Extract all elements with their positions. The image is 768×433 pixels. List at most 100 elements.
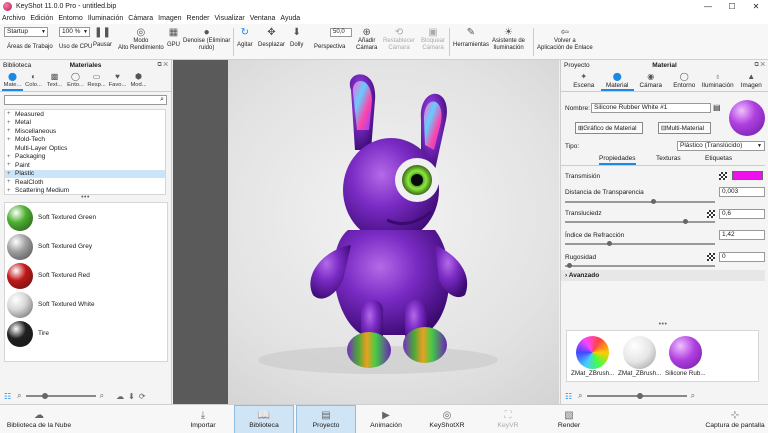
slider-knob[interactable]: [567, 263, 572, 268]
tab-properties[interactable]: Propiedades: [599, 155, 636, 165]
splitter-handle[interactable]: •••: [0, 194, 171, 202]
expand-icon[interactable]: +: [7, 171, 11, 177]
tab-environment[interactable]: ◯ Entorno: [668, 70, 702, 91]
library-material-item[interactable]: Soft Textured Grey: [5, 232, 167, 261]
texture-map-icon[interactable]: [707, 253, 715, 261]
library-material-item[interactable]: Soft Textured Green: [5, 203, 167, 232]
panel-controls-icon[interactable]: ⧉ ✕: [754, 62, 765, 69]
zoom-out-icon[interactable]: ⌕: [578, 391, 582, 401]
tab-models[interactable]: ⬢ Mod...: [128, 70, 149, 91]
library-material-item[interactable]: Soft Textured Red: [5, 261, 167, 290]
keyshotxr-button[interactable]: ◎ KeyShotXR: [420, 405, 474, 433]
material-graph-button[interactable]: ⊞ Gráfico de Material: [575, 122, 643, 134]
tab-labels[interactable]: Etiquetas: [705, 155, 732, 165]
transparency-distance-input[interactable]: 0,003: [719, 187, 765, 197]
tree-item[interactable]: + Mold-Tech: [5, 136, 165, 145]
tools-button[interactable]: ✎ Herramientas: [453, 26, 489, 49]
expand-icon[interactable]: +: [7, 154, 11, 160]
tab-material[interactable]: ⬤ Material: [600, 70, 634, 91]
project-toggle-button[interactable]: ▤ Proyecto: [296, 405, 356, 433]
link-back-button[interactable]: ⇦ Volver a Aplicación de Enlace: [537, 26, 593, 52]
material-type-select[interactable]: Plástico (Translúcido) ▼: [677, 141, 765, 151]
thumbnail-size-slider[interactable]: [586, 393, 687, 399]
tab-textures[interactable]: ▩ Text...: [44, 70, 65, 91]
translucency-input[interactable]: 0,6: [719, 209, 765, 219]
import-button[interactable]: ⤓ Importar: [176, 405, 230, 433]
project-material-item[interactable]: ZMat_ZBrush...: [618, 336, 661, 377]
pause-button[interactable]: ❚❚ Pausar: [93, 26, 112, 49]
tree-item[interactable]: + Paint: [5, 161, 165, 170]
tree-item[interactable]: + Packaging: [5, 153, 165, 162]
tree-item[interactable]: Multi-Layer Optics: [5, 144, 165, 153]
roughness-slider[interactable]: [565, 263, 715, 268]
material-name-input[interactable]: Silicone Rubber White #1: [591, 103, 711, 113]
slider-knob[interactable]: [41, 393, 48, 399]
slider-knob[interactable]: [651, 199, 656, 204]
texture-map-icon[interactable]: [719, 172, 727, 180]
expand-icon[interactable]: +: [7, 179, 11, 185]
library-material-item[interactable]: Tire: [5, 319, 167, 348]
splitter-handle[interactable]: •••: [561, 321, 765, 329]
project-material-item[interactable]: Silicone Rub...: [665, 336, 706, 377]
tab-lighting[interactable]: ♁ Iluminación: [701, 70, 735, 91]
menu-iluminacion[interactable]: Iluminación: [88, 15, 123, 22]
tab-backplates[interactable]: ▭ Resp...: [86, 70, 107, 91]
tab-materials[interactable]: ⬤ Mate...: [2, 70, 23, 91]
screenshot-button[interactable]: ⊹ Captura de pantalla: [704, 405, 766, 433]
thumbnail-size-slider[interactable]: [25, 393, 96, 399]
expand-icon[interactable]: +: [7, 162, 11, 168]
keyvr-button[interactable]: ⛶ KeyVR: [480, 405, 536, 433]
save-icon[interactable]: ▤: [713, 103, 721, 112]
expand-icon[interactable]: +: [7, 137, 11, 143]
maximize-button[interactable]: ☐: [720, 0, 744, 13]
render-viewport[interactable]: [173, 60, 559, 404]
menu-edicion[interactable]: Edición: [30, 15, 53, 22]
close-button[interactable]: ✕: [744, 0, 768, 13]
transparency-distance-slider[interactable]: [565, 199, 715, 204]
zoom-in-icon[interactable]: ⌕: [100, 391, 104, 401]
library-search-input[interactable]: ⌕: [4, 95, 167, 105]
expand-icon[interactable]: +: [7, 120, 11, 126]
minimize-button[interactable]: —: [696, 0, 720, 13]
cloud-upload-icon[interactable]: ☁: [116, 392, 124, 401]
add-camera-button[interactable]: ⊕ Añadir Cámara: [356, 26, 377, 52]
transmission-color-swatch[interactable]: [732, 171, 763, 180]
zoom-out-icon[interactable]: ⌕: [17, 391, 21, 401]
slider-knob[interactable]: [683, 219, 688, 224]
refresh-icon[interactable]: ⟳: [139, 392, 146, 401]
tumble-button[interactable]: ↻ Agitar: [237, 26, 253, 49]
performance-mode-button[interactable]: ◎ Modo Alto Rendimiento: [118, 26, 164, 52]
tree-item[interactable]: + Metal: [5, 119, 165, 128]
tree-item[interactable]: + RealCloth: [5, 178, 165, 187]
cpu-usage-select[interactable]: 100 % ▼: [59, 27, 90, 37]
grid-view-icon[interactable]: ☷: [4, 392, 11, 401]
tree-item[interactable]: + Scattering Medium: [5, 187, 165, 194]
multi-material-button[interactable]: ⊟ Multi-Material: [658, 122, 711, 134]
slider-knob[interactable]: [636, 393, 643, 399]
advanced-section-toggle[interactable]: › Avanzado: [561, 270, 765, 281]
cloud-library-button[interactable]: ☁ Biblioteca de la Nube: [4, 405, 74, 433]
zoom-in-icon[interactable]: ⌕: [691, 391, 695, 401]
tab-camera[interactable]: ◉ Cámara: [634, 70, 668, 91]
workspace-select[interactable]: Startup ▼: [4, 27, 48, 37]
ior-input[interactable]: 1,42: [719, 230, 765, 240]
ior-slider[interactable]: [565, 241, 715, 246]
reset-camera-button[interactable]: ⟲ Restablecer Cámara: [383, 26, 415, 52]
tab-scene[interactable]: ✦ Escena: [567, 70, 601, 91]
menu-render[interactable]: Render: [187, 15, 210, 22]
expand-icon[interactable]: +: [7, 128, 11, 134]
gpu-button[interactable]: ▦ GPU: [167, 26, 180, 49]
expand-icon[interactable]: +: [7, 111, 11, 117]
tab-colors[interactable]: ◐ Colo...: [23, 70, 44, 91]
tab-image[interactable]: ▲ Imagen: [735, 70, 768, 91]
roughness-input[interactable]: 0: [719, 252, 765, 262]
menu-archivo[interactable]: Archivo: [2, 15, 25, 22]
tab-favorites[interactable]: ♥ Favo...: [107, 70, 128, 91]
grid-view-icon[interactable]: ☷: [565, 392, 572, 401]
texture-map-icon[interactable]: [707, 210, 715, 218]
library-material-item[interactable]: Soft Textured White: [5, 290, 167, 319]
tab-textures[interactable]: Texturas: [656, 155, 681, 165]
menu-imagen[interactable]: Imagen: [158, 15, 181, 22]
lighting-wizard-button[interactable]: ☀ Asistente de Iluminación: [492, 26, 525, 52]
tree-item[interactable]: + Miscellaneous: [5, 127, 165, 136]
